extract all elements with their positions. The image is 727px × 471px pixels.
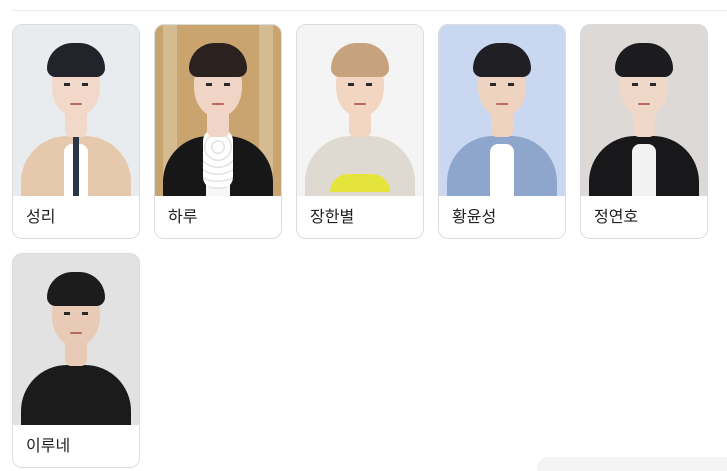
eyes: [490, 83, 514, 86]
eyes: [348, 83, 372, 86]
person-name: 장한별: [310, 207, 355, 226]
person-card[interactable]: 성리: [12, 24, 140, 239]
eyes: [64, 312, 88, 315]
person-card[interactable]: 하루: [154, 24, 282, 239]
person-name: 이루네: [26, 436, 71, 455]
person-name: 정연호: [594, 207, 639, 226]
ruffled-shirt: [203, 129, 233, 189]
person-card[interactable]: 장한별: [296, 24, 424, 239]
person-photo: [297, 25, 423, 196]
person-name: 황윤성: [452, 207, 497, 226]
person-photo: [13, 254, 139, 425]
person-card[interactable]: 이루네: [12, 253, 140, 468]
mouth: [638, 103, 650, 105]
person-card[interactable]: 정연호: [580, 24, 708, 239]
shirt: [64, 373, 88, 425]
person-photo: [581, 25, 707, 196]
mouth: [212, 103, 224, 105]
mouth: [496, 103, 508, 105]
shirt: [632, 144, 656, 196]
mouth: [70, 103, 82, 105]
person-name: 하루: [168, 207, 198, 226]
bottom-panel-edge: [537, 457, 727, 471]
people-grid: 성리 하루 장한별 황윤성 정연호 이루네: [12, 24, 708, 468]
person-photo: [155, 25, 281, 196]
person-photo: [439, 25, 565, 196]
person-card[interactable]: 황윤성: [438, 24, 566, 239]
results-page: 성리 하루 장한별 황윤성 정연호 이루네: [0, 0, 727, 471]
mouth: [354, 103, 366, 105]
eyes: [632, 83, 656, 86]
mouth: [70, 332, 82, 334]
person-name: 성리: [26, 207, 56, 226]
person-photo: [13, 25, 139, 196]
shirt: [490, 144, 514, 196]
eyes: [206, 83, 230, 86]
eyes: [64, 83, 88, 86]
top-divider: [12, 10, 727, 11]
scarf: [73, 135, 79, 196]
shirt-print: [330, 174, 390, 192]
